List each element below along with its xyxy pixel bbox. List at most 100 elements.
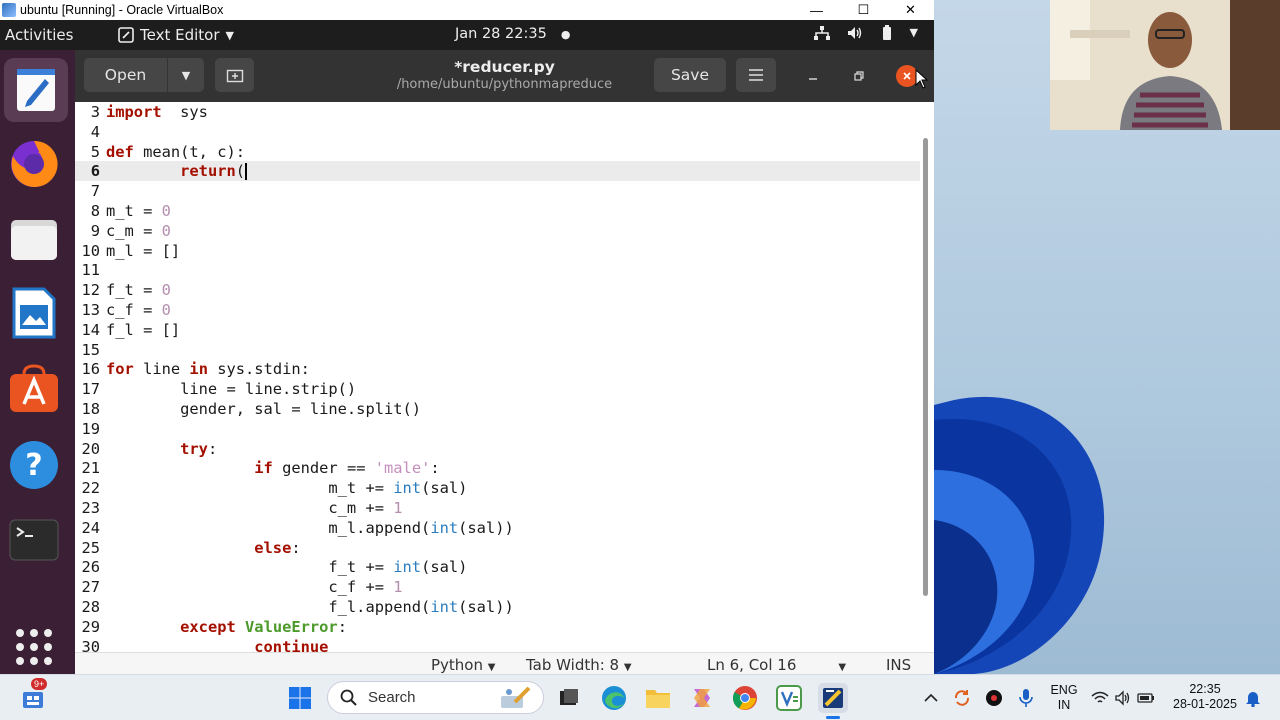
code-line[interactable]: 5 def mean(t, c): [75,142,920,162]
new-tab-button[interactable] [215,58,254,92]
tray-sync[interactable] [947,683,977,713]
virtualbox-titlebar: ubuntu [Running] - Oracle VirtualBox — ☐… [0,0,934,20]
code-line[interactable]: 3 import sys [75,102,920,122]
maximize-button[interactable]: ☐ [840,0,887,20]
code-line[interactable]: 15 [75,340,920,360]
code-line[interactable]: 17 line = line.strip() [75,379,920,399]
taskbar-edge[interactable] [599,683,629,713]
open-button[interactable]: Open [84,58,167,92]
taskbar-file-explorer[interactable] [643,683,673,713]
code-token: for [106,360,134,379]
code-line[interactable]: 24 m_l.append(int(sal)) [75,518,920,538]
taskbar-search[interactable]: Search [327,681,544,714]
code-line[interactable]: 10 m_l = [] [75,241,920,261]
code-line[interactable]: 4 [75,122,920,142]
line-number: 9 [90,221,100,240]
code-line[interactable]: 23 c_m += 1 [75,498,920,518]
microphone-icon [1019,689,1033,707]
line-number: 8 [90,202,100,220]
taskbar-clock[interactable]: 22:35 28-01-2025 [1168,682,1242,712]
show-apps-button[interactable] [7,620,61,674]
taskbar-widgets[interactable]: 9+ [18,678,48,713]
start-button[interactable] [285,683,315,713]
code-line[interactable]: 25 else: [75,538,920,558]
code-text: f_l.append(int(sal)) [106,597,513,617]
dock-libreoffice-writer[interactable] [7,286,61,340]
taskbar-chrome[interactable] [730,683,760,713]
code-line[interactable]: 30 continue [75,637,920,652]
window-minimize-button[interactable] [802,65,824,87]
code-line[interactable]: 7 [75,181,920,201]
code-line[interactable]: 13 c_f = 0 [75,300,920,320]
editor-statusbar: Python ▼ Tab Width: 8 ▼ Ln 6, Col 16 ▼ IN… [75,652,934,674]
dock-help[interactable]: ? [7,438,61,492]
quick-settings[interactable] [1089,683,1157,713]
input-language[interactable]: ENG IN [1046,683,1082,713]
code-line[interactable]: 19 [75,419,920,439]
save-button[interactable]: Save [654,58,726,92]
code-line[interactable]: 8 m_t = 0 [75,201,920,221]
writer-document-icon [12,287,56,339]
line-number: 26 [81,558,100,577]
code-text: c_f += 1 [106,577,402,597]
minimize-button[interactable]: — [793,0,840,20]
notification-center[interactable] [1238,683,1268,713]
activities-button[interactable]: Activities [0,26,110,44]
code-editor[interactable]: 3 import sys 4 5 def mean(t, c): 6 return(7 8 m… [75,102,934,652]
cursor-position-selector[interactable]: Ln 6, Col 16 ▼ [707,656,846,674]
clock-text: Jan 28 22:35 [455,26,547,42]
code-line[interactable]: 9 c_m = 0 [75,221,920,241]
code-token: gender == [272,459,375,478]
code-token: except [180,617,236,636]
open-recent-dropdown[interactable]: ▼ [168,58,204,92]
code-line[interactable]: 6 return( [75,161,920,182]
close-button[interactable]: ✕ [887,0,934,20]
taskbar-vscode[interactable] [774,683,804,713]
code-text: m_t = 0 [106,201,171,221]
window-maximize-button[interactable] [848,65,870,87]
show-hidden-icons[interactable] [916,683,946,713]
dock-terminal[interactable] [7,513,61,567]
code-line[interactable]: 18 gender, sal = line.split() [75,399,920,419]
taskbar-copilot[interactable] [687,683,717,713]
code-line[interactable]: 22 m_t += int(sal) [75,478,920,498]
code-token: f_l = [] [106,320,181,339]
virtualbox-title: ubuntu [Running] - Oracle VirtualBox [20,3,224,17]
code-token: gender, sal = line.split() [106,400,422,418]
code-line[interactable]: 28 f_l.append(int(sal)) [75,597,920,617]
vertical-scrollbar[interactable] [923,138,928,596]
code-line[interactable]: 14 f_l = [] [75,320,920,340]
taskbar-virtualbox[interactable] [818,683,848,719]
code-token: c_f += [106,578,394,597]
minimize-icon [809,78,817,80]
taskbar-task-view[interactable] [554,683,584,713]
main-menu-button[interactable] [736,58,776,92]
dock-text-editor[interactable] [4,58,68,122]
tray-microphone[interactable] [1011,683,1041,713]
code-line[interactable]: 12 f_t = 0 [75,280,920,300]
hamburger-menu-icon [749,69,763,81]
code-line[interactable]: 21 if gender == 'male': [75,458,920,478]
tray-app[interactable] [979,683,1009,713]
clock[interactable]: Jan 28 22:35 ● [455,26,570,42]
firefox-icon [11,140,58,187]
language-selector[interactable]: Python ▼ [431,656,495,674]
code-line[interactable]: 29 except ValueError: [75,617,920,637]
dock-firefox[interactable] [7,137,61,191]
app-menu[interactable]: Text Editor ▼ [118,26,234,44]
code-line[interactable]: 16 for line in sys.stdin: [75,359,920,379]
tab-width-selector[interactable]: Tab Width: 8 ▼ [526,656,632,674]
code-line[interactable]: 11 [75,260,920,280]
language-label: Python [431,656,483,674]
dock-app-center[interactable] [7,362,61,416]
webcam-overlay [1050,0,1280,130]
sync-icon [954,690,970,706]
system-tray[interactable]: ▼ [813,25,918,41]
code-line[interactable]: 27 c_f += 1 [75,577,920,597]
code-token: : [291,538,301,557]
code-line[interactable]: 20 try: [75,439,920,459]
code-text: if gender == 'male': [106,458,439,478]
dock-files[interactable] [7,212,61,266]
line-number: 25 [81,538,100,557]
code-line[interactable]: 26 f_t += int(sal) [75,557,920,577]
